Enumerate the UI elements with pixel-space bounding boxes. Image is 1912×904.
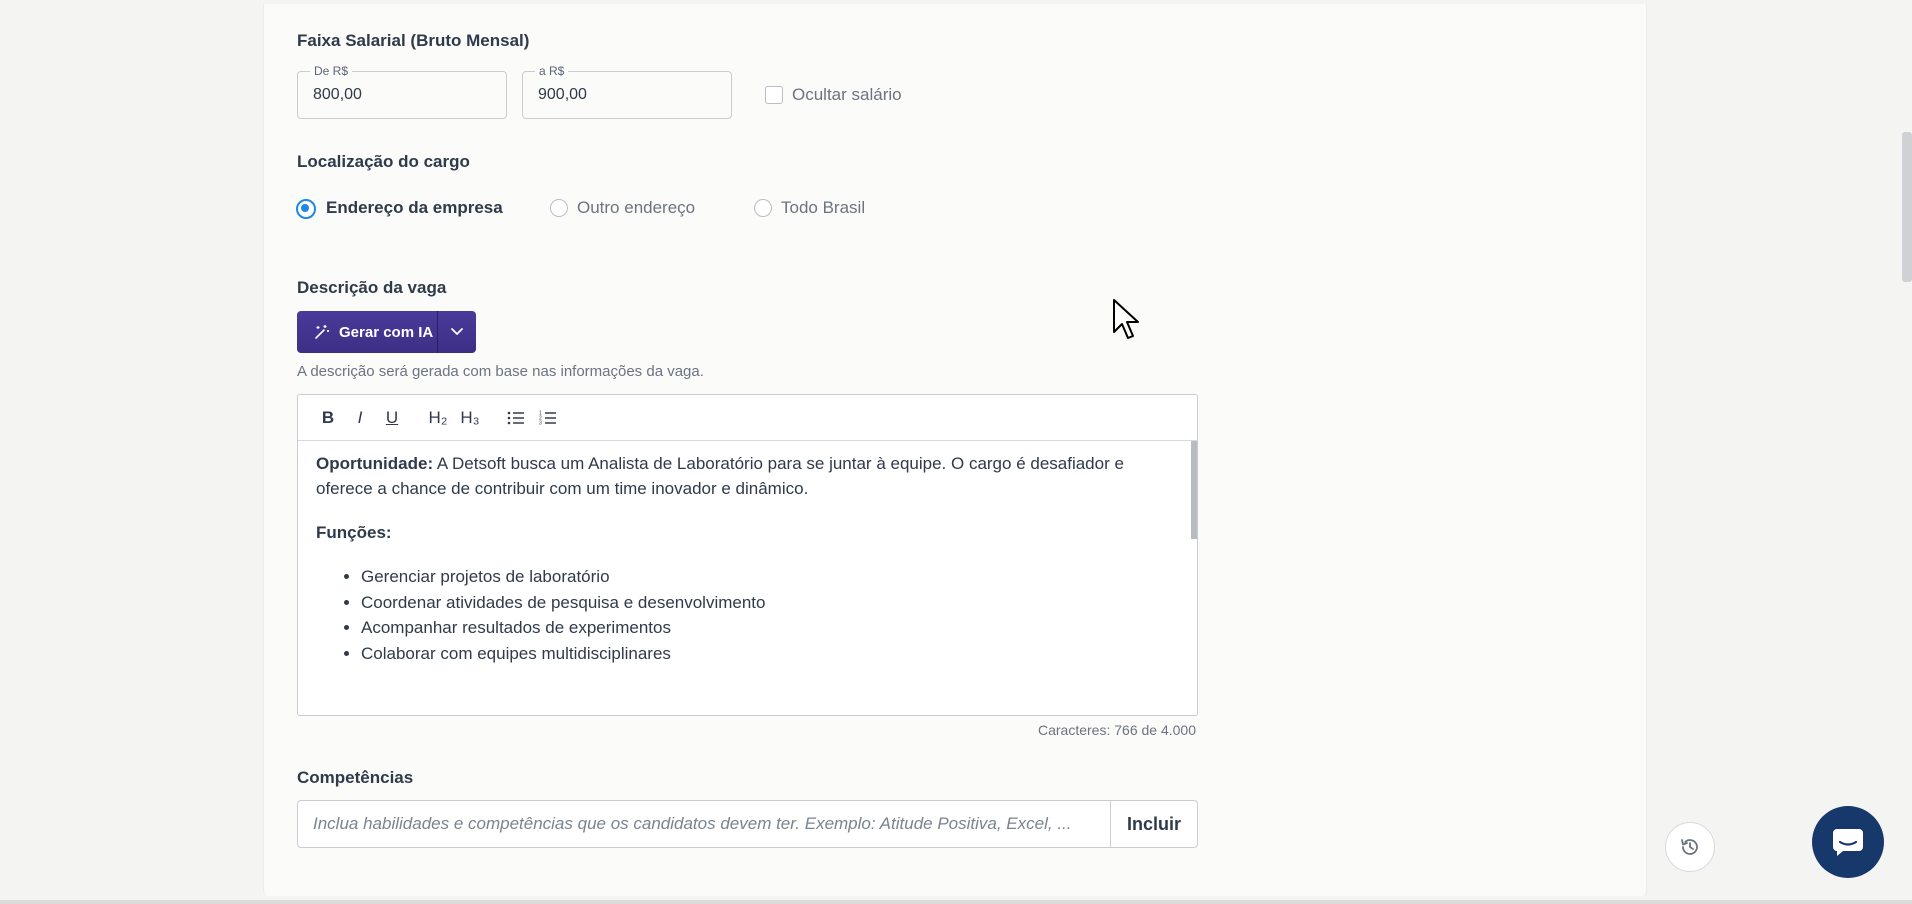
heading2-button[interactable]: H₂ (422, 402, 454, 434)
svg-text:3: 3 (539, 421, 542, 426)
intro-label: Oportunidade: (316, 454, 434, 473)
chevron-down-icon (451, 328, 463, 335)
list-item: Coordenar atividades de pesquisa e desen… (361, 590, 1167, 616)
radio-all-brazil-label[interactable]: Todo Brasil (781, 198, 865, 218)
radio-other-address-label[interactable]: Outro endereço (577, 198, 695, 218)
generate-ai-button-group: Gerar com IA (297, 311, 476, 353)
bold-button[interactable]: B (312, 402, 344, 434)
editor-toolbar: B I U H₂ H₃ 1 2 3 (298, 395, 1197, 441)
history-icon (1681, 839, 1698, 855)
list-item: Gerenciar projetos de laboratório (361, 564, 1167, 590)
salary-to-value: 900,00 (538, 86, 587, 103)
functions-label: Funções: (316, 523, 392, 542)
functions-list: Gerenciar projetos de laboratório Coorde… (316, 564, 1167, 666)
ai-options-dropdown[interactable] (438, 311, 476, 353)
intro-paragraph: Oportunidade: A Detsoft busca um Analist… (316, 451, 1167, 501)
salary-from-legend: De R$ (310, 64, 353, 78)
salary-from-value: 800,00 (313, 86, 362, 103)
salary-to-legend: a R$ (535, 64, 569, 78)
numbered-list-button[interactable]: 1 2 3 (532, 402, 564, 434)
hide-salary-checkbox[interactable] (765, 86, 783, 104)
editor-scrollbar[interactable] (1191, 441, 1197, 539)
bullet-list-icon (507, 411, 524, 424)
chat-icon (1833, 829, 1863, 856)
salary-from-field[interactable]: De R$ 800,00 (297, 64, 507, 119)
italic-button[interactable]: I (344, 402, 376, 434)
intro-text: A Detsoft busca um Analista de Laboratór… (316, 454, 1124, 498)
generate-ai-button[interactable]: Gerar com IA (297, 311, 437, 353)
heading3-button[interactable]: H₃ (454, 402, 486, 434)
editor-content[interactable]: Oportunidade: A Detsoft busca um Analist… (316, 451, 1167, 666)
bullet-list-button[interactable] (500, 402, 532, 434)
competencies-title: Competências (297, 768, 414, 787)
include-button[interactable]: Incluir (1110, 801, 1197, 847)
hide-salary-label[interactable]: Ocultar salário (792, 85, 902, 105)
ai-hint-text: A descrição será gerada com base nas inf… (297, 363, 704, 380)
functions-heading: Funções: (316, 520, 1167, 545)
description-title: Descrição da vaga (297, 278, 447, 297)
character-counter: Caracteres: 766 de 4.000 (1038, 722, 1196, 738)
competencies-input[interactable] (298, 801, 1110, 847)
radio-other-address[interactable] (550, 199, 568, 217)
description-editor[interactable]: B I U H₂ H₃ 1 2 3 Oportunidade: A Detsof… (297, 394, 1198, 716)
list-item: Colaborar com equipes multidisciplinares (361, 641, 1167, 667)
list-item: Acompanhar resultados de experimentos (361, 615, 1167, 641)
radio-company-address-label[interactable]: Endereço da empresa (326, 198, 503, 218)
generate-ai-label: Gerar com IA (339, 323, 434, 341)
radio-company-address[interactable] (296, 199, 316, 219)
location-title: Localização do cargo (297, 152, 470, 171)
underline-button[interactable]: U (376, 402, 408, 434)
salary-to-field[interactable]: a R$ 900,00 (522, 64, 732, 119)
page-bottom-edge (0, 900, 1912, 904)
salary-title: Faixa Salarial (Bruto Mensal) (297, 31, 530, 50)
competencies-field: Incluir (297, 800, 1198, 848)
mouse-cursor-icon (1112, 298, 1140, 345)
magic-wand-icon (315, 325, 329, 339)
numbered-list-icon: 1 2 3 (539, 411, 556, 426)
page-scrollbar[interactable] (1902, 132, 1912, 282)
chat-button[interactable] (1812, 806, 1884, 878)
history-button[interactable] (1665, 822, 1715, 872)
radio-all-brazil[interactable] (754, 199, 772, 217)
